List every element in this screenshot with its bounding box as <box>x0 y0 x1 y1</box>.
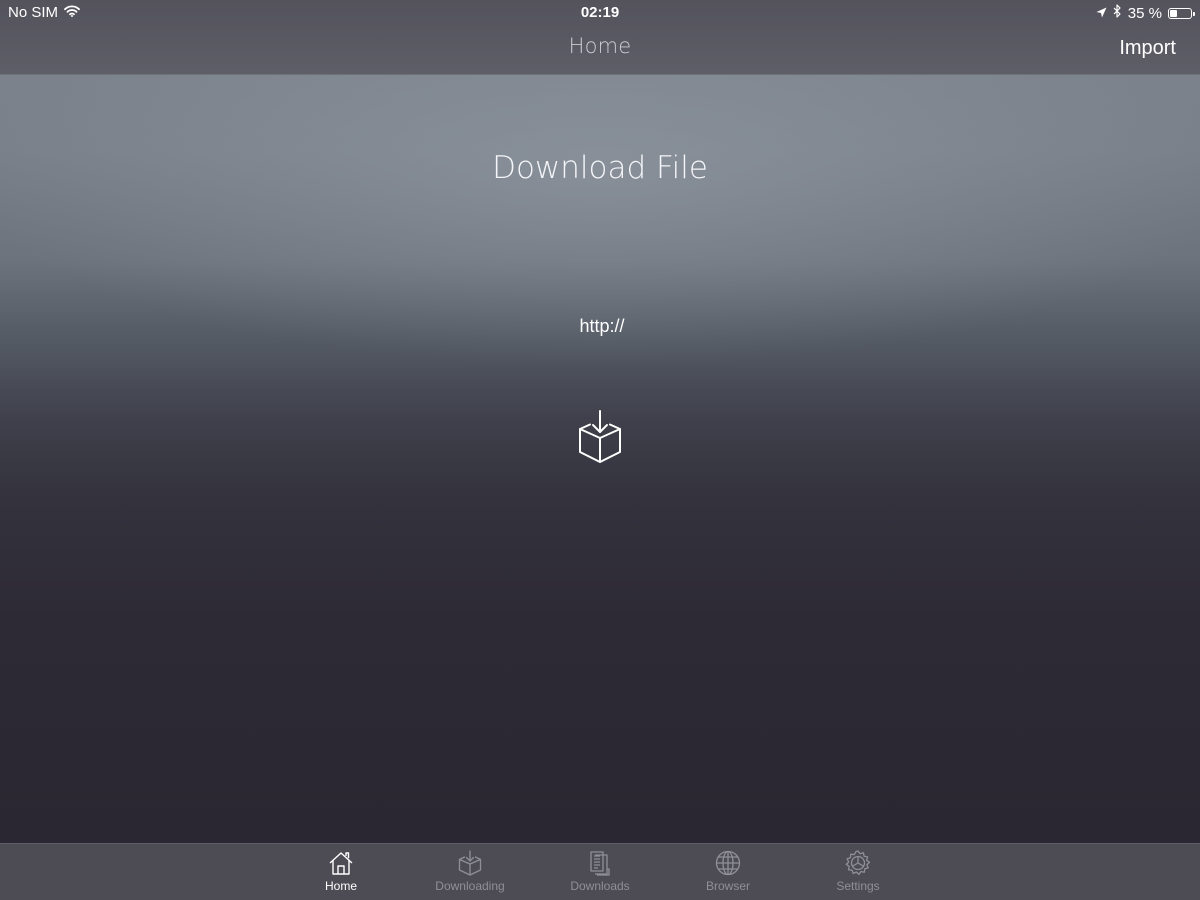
status-time: 02:19 <box>580 4 620 21</box>
tab-settings[interactable]: Settings <box>803 848 913 900</box>
url-input[interactable] <box>350 310 854 342</box>
location-arrow-icon <box>1096 5 1107 22</box>
battery-percentage: 35 % <box>1127 4 1162 22</box>
documents-icon <box>590 851 610 876</box>
tab-downloading[interactable]: Downloading <box>415 848 525 900</box>
tab-bar: Home Downloading Downloads Browser Setti… <box>0 843 1200 900</box>
tab-label: Browser <box>705 879 750 893</box>
import-button[interactable]: Import <box>1119 37 1176 60</box>
tab-browser[interactable]: Browser <box>673 848 783 900</box>
tab-label: Downloads <box>570 879 630 893</box>
tab-home[interactable]: Home <box>286 848 396 900</box>
tab-label: Downloading <box>435 879 505 893</box>
status-right: 35 % <box>1096 4 1195 22</box>
home-icon <box>329 852 353 875</box>
tab-label: Home <box>324 879 357 893</box>
tab-label: Settings <box>836 879 880 893</box>
status-bar: No SIM 02:19 35 % <box>0 0 1200 24</box>
download-button[interactable] <box>574 408 626 468</box>
download-box-icon <box>579 410 621 463</box>
battery-fill <box>1170 9 1177 17</box>
tab-downloads[interactable]: Downloads <box>545 848 655 900</box>
globe-icon <box>715 850 741 876</box>
battery-icon <box>1168 7 1195 19</box>
app-screen: Home Import No SIM 02:19 35 % Download F… <box>0 0 1200 900</box>
gear-icon <box>845 850 871 876</box>
box-download-icon <box>458 850 482 876</box>
bluetooth-icon <box>1113 4 1122 22</box>
download-file-title: Download File <box>492 150 708 186</box>
page-title: Home <box>568 34 632 58</box>
